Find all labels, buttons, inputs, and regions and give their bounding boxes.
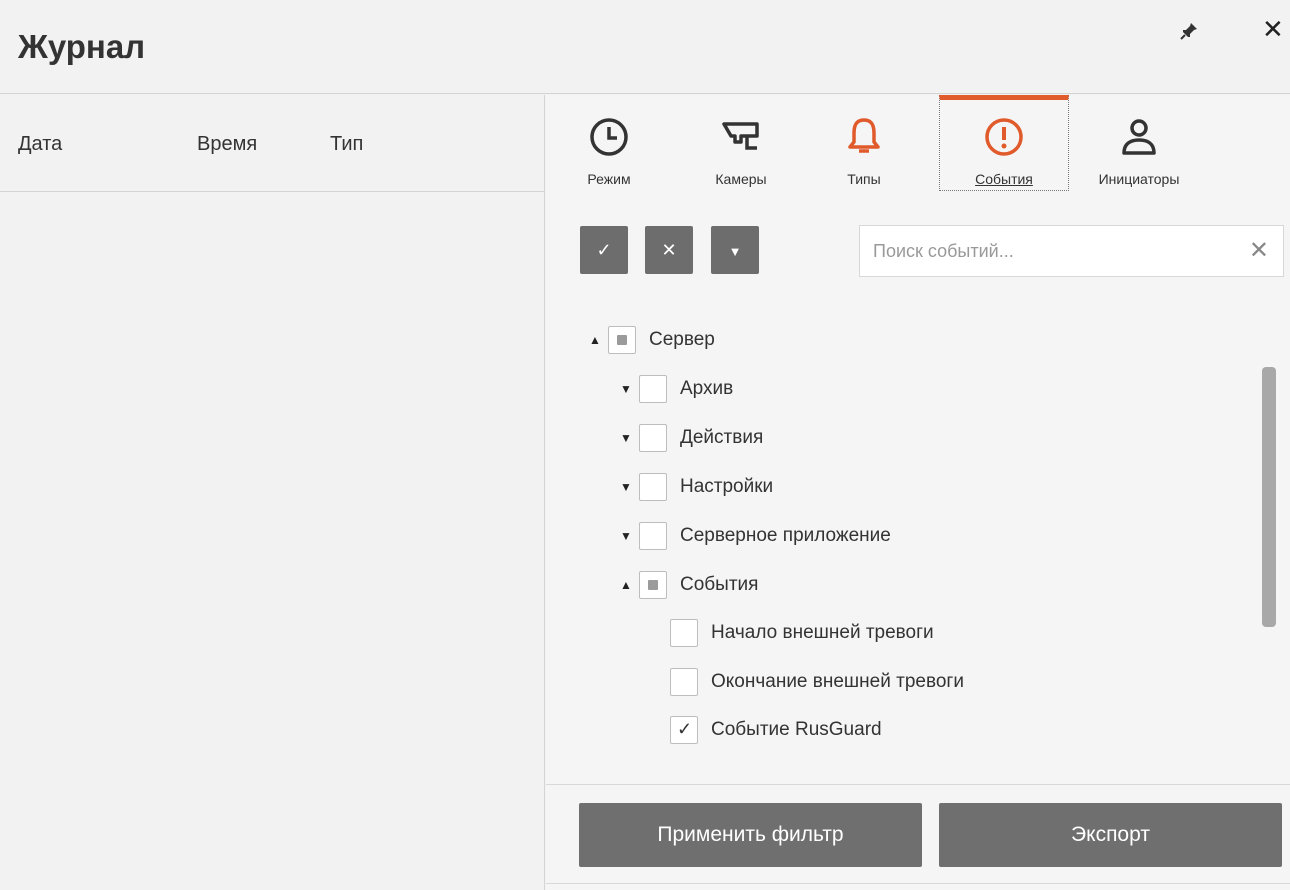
tree-node-actions[interactable]: ▼ Действия — [619, 418, 763, 458]
tree-node-label: Серверное приложение — [680, 525, 891, 546]
collapse-arrow-icon[interactable]: ▲ — [588, 333, 602, 347]
column-type[interactable]: Тип — [330, 133, 363, 156]
tree-node-label: Событие RusGuard — [711, 719, 882, 740]
event-tree: ▲ Сервер ▼ Архив ▼ Действия ▼ Настройки … — [546, 315, 1290, 765]
tab-initiators-label: Инициаторы — [1098, 171, 1180, 187]
collapse-arrow-icon[interactable]: ▲ — [619, 578, 633, 592]
tree-checkbox[interactable] — [639, 424, 667, 452]
clear-search-icon[interactable]: ✕ — [1249, 238, 1269, 264]
tree-node-server[interactable]: ▲ Сервер — [588, 320, 715, 360]
title-bar: Журнал ✕ — [0, 0, 1290, 94]
apply-filter-button[interactable]: Применить фильтр — [579, 803, 922, 867]
clear-all-button[interactable]: ✕ — [645, 226, 693, 274]
tree-checkbox[interactable] — [639, 571, 667, 599]
tree-node-events[interactable]: ▲ События — [619, 565, 758, 605]
select-all-button[interactable]: ✓ — [580, 226, 628, 274]
search-box: ✕ — [859, 225, 1284, 277]
bell-icon — [848, 118, 880, 153]
expand-arrow-icon[interactable]: ▼ — [619, 382, 633, 396]
tab-events[interactable]: События — [939, 95, 1069, 191]
tree-checkbox[interactable] — [639, 375, 667, 403]
tree-node-label: Действия — [680, 427, 764, 448]
window-title: Журнал — [18, 28, 146, 65]
tab-cameras-label: Камеры — [715, 171, 767, 187]
tree-checkbox[interactable] — [670, 716, 698, 744]
pin-icon[interactable] — [1178, 20, 1200, 42]
alert-circle-icon — [985, 118, 1023, 156]
filter-panel: Режим Камеры Типы События Инициаторы ✓ ✕… — [546, 95, 1290, 890]
tree-node-ext-alarm-end[interactable]: Окончание внешней тревоги — [670, 662, 964, 702]
expand-arrow-icon[interactable]: ▼ — [619, 431, 633, 445]
tab-mode[interactable]: Режим — [570, 95, 648, 195]
tree-node-label: Начало внешней тревоги — [711, 622, 934, 643]
tree-node-settings[interactable]: ▼ Настройки — [619, 467, 773, 507]
tree-checkbox[interactable] — [670, 668, 698, 696]
search-input[interactable] — [860, 226, 1240, 276]
tab-mode-label: Режим — [587, 171, 631, 187]
close-icon: ✕ — [661, 240, 677, 260]
tree-node-label: Архив — [680, 378, 734, 399]
filter-tabs: Режим Камеры Типы События Инициаторы — [546, 95, 1290, 195]
tree-checkbox[interactable] — [639, 522, 667, 550]
tab-types-label: Типы — [847, 171, 881, 187]
column-date[interactable]: Дата — [18, 133, 62, 156]
caret-down-icon: ▼ — [728, 244, 742, 259]
tab-events-label: События — [975, 171, 1033, 187]
divider — [546, 784, 1290, 785]
check-icon: ✓ — [596, 240, 612, 260]
tree-node-label: События — [680, 574, 759, 595]
tree-node-label: Сервер — [649, 329, 715, 350]
camera-icon — [722, 122, 759, 150]
tree-node-ext-alarm-start[interactable]: Начало внешней тревоги — [670, 613, 934, 653]
tab-initiators[interactable]: Инициаторы — [1074, 95, 1204, 195]
tree-checkbox[interactable] — [608, 326, 636, 354]
clock-icon — [590, 118, 628, 156]
expand-arrow-icon[interactable]: ▼ — [619, 529, 633, 543]
tree-checkbox[interactable] — [670, 619, 698, 647]
tree-node-label: Настройки — [680, 476, 774, 497]
tree-node-server-app[interactable]: ▼ Серверное приложение — [619, 516, 891, 556]
close-icon[interactable]: ✕ — [1262, 16, 1284, 42]
export-button[interactable]: Экспорт — [939, 803, 1282, 867]
tree-scrollbar[interactable] — [1262, 367, 1276, 627]
column-time[interactable]: Время — [197, 133, 257, 156]
column-header: Дата Время Тип — [0, 95, 545, 192]
more-options-button[interactable]: ▼ — [711, 226, 759, 274]
tab-cameras[interactable]: Камеры — [696, 95, 786, 195]
tree-checkbox[interactable] — [639, 473, 667, 501]
tree-node-label: Окончание внешней тревоги — [711, 671, 964, 692]
user-icon — [1122, 119, 1156, 155]
journal-panel: Дата Время Тип — [0, 95, 545, 890]
tab-types[interactable]: Типы — [829, 95, 899, 195]
tree-node-rusguard-event[interactable]: Событие RusGuard — [670, 710, 882, 750]
expand-arrow-icon[interactable]: ▼ — [619, 480, 633, 494]
tree-node-archive[interactable]: ▼ Архив — [619, 369, 733, 409]
divider — [546, 883, 1290, 884]
